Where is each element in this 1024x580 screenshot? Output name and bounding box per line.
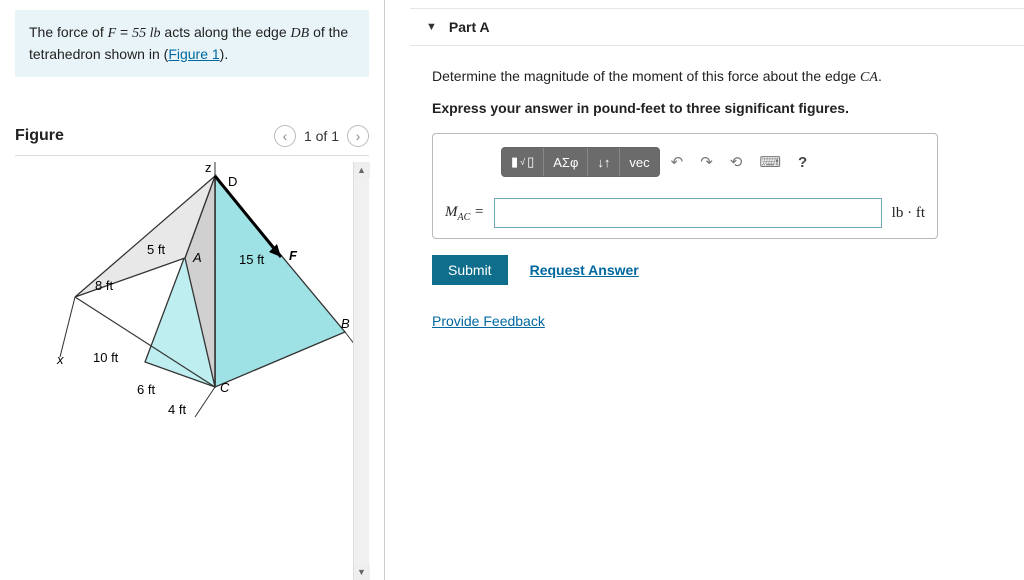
request-answer-link[interactable]: Request Answer: [530, 262, 639, 278]
figure-prev-button[interactable]: ‹: [274, 125, 296, 147]
part-a-header[interactable]: ▼ Part A: [410, 8, 1024, 46]
figure-diagram: z D A F B y C x 5 ft 8 ft 10 ft 6 ft 4 f…: [45, 162, 365, 422]
answer-input[interactable]: [494, 198, 882, 228]
svg-text:B: B: [341, 316, 350, 331]
svg-text:A: A: [192, 250, 202, 265]
svg-text:F: F: [289, 248, 298, 263]
vector-button[interactable]: vec: [619, 148, 658, 176]
answer-unit: lb · ft: [892, 205, 925, 222]
figure-counter: 1 of 1: [304, 128, 339, 144]
figure-scrollbar[interactable]: ▲ ▼: [353, 162, 369, 580]
chevron-down-icon: ▼: [426, 21, 437, 33]
problem-statement: The force of F = 55 lb acts along the ed…: [15, 10, 369, 77]
svg-text:6 ft: 6 ft: [137, 382, 155, 397]
part-a-prompt: Determine the magnitude of the moment of…: [432, 66, 1002, 88]
scroll-down-icon[interactable]: ▼: [354, 564, 370, 580]
submit-button[interactable]: Submit: [432, 255, 508, 285]
help-icon[interactable]: ?: [792, 150, 813, 175]
equation-toolbar: ▮√▯ ΑΣφ ↓↑ vec ↶ ↷ ⟲ ⌨ ?: [501, 144, 925, 180]
part-a-label: Part A: [449, 19, 490, 35]
part-a-instructions: Express your answer in pound-feet to thr…: [432, 98, 1002, 119]
svg-text:C: C: [220, 380, 230, 395]
variable-label: MAC =: [445, 204, 484, 223]
svg-text:4 ft: 4 ft: [168, 402, 186, 417]
symbols-button[interactable]: ΑΣφ: [543, 148, 587, 176]
scripts-button[interactable]: ↓↑: [587, 148, 619, 176]
svg-text:x: x: [56, 352, 64, 367]
keyboard-icon[interactable]: ⌨: [753, 149, 787, 175]
svg-text:z: z: [205, 162, 212, 175]
scroll-up-icon[interactable]: ▲: [354, 162, 370, 178]
svg-text:10 ft: 10 ft: [93, 350, 119, 365]
answer-box: ▮√▯ ΑΣφ ↓↑ vec ↶ ↷ ⟲ ⌨ ? MAC = lb · ft: [432, 133, 938, 239]
figure-link[interactable]: Figure 1: [168, 46, 219, 62]
provide-feedback-link[interactable]: Provide Feedback: [432, 313, 545, 329]
redo-icon[interactable]: ↷: [694, 149, 719, 175]
reset-icon[interactable]: ⟲: [724, 149, 749, 175]
templates-button[interactable]: ▮√▯: [502, 148, 543, 176]
figure-next-button[interactable]: ›: [347, 125, 369, 147]
figure-title: Figure: [15, 127, 64, 145]
svg-text:8 ft: 8 ft: [95, 278, 113, 293]
svg-text:15 ft: 15 ft: [239, 252, 265, 267]
undo-icon[interactable]: ↶: [665, 149, 690, 175]
svg-text:D: D: [228, 174, 237, 189]
svg-text:5 ft: 5 ft: [147, 242, 165, 257]
